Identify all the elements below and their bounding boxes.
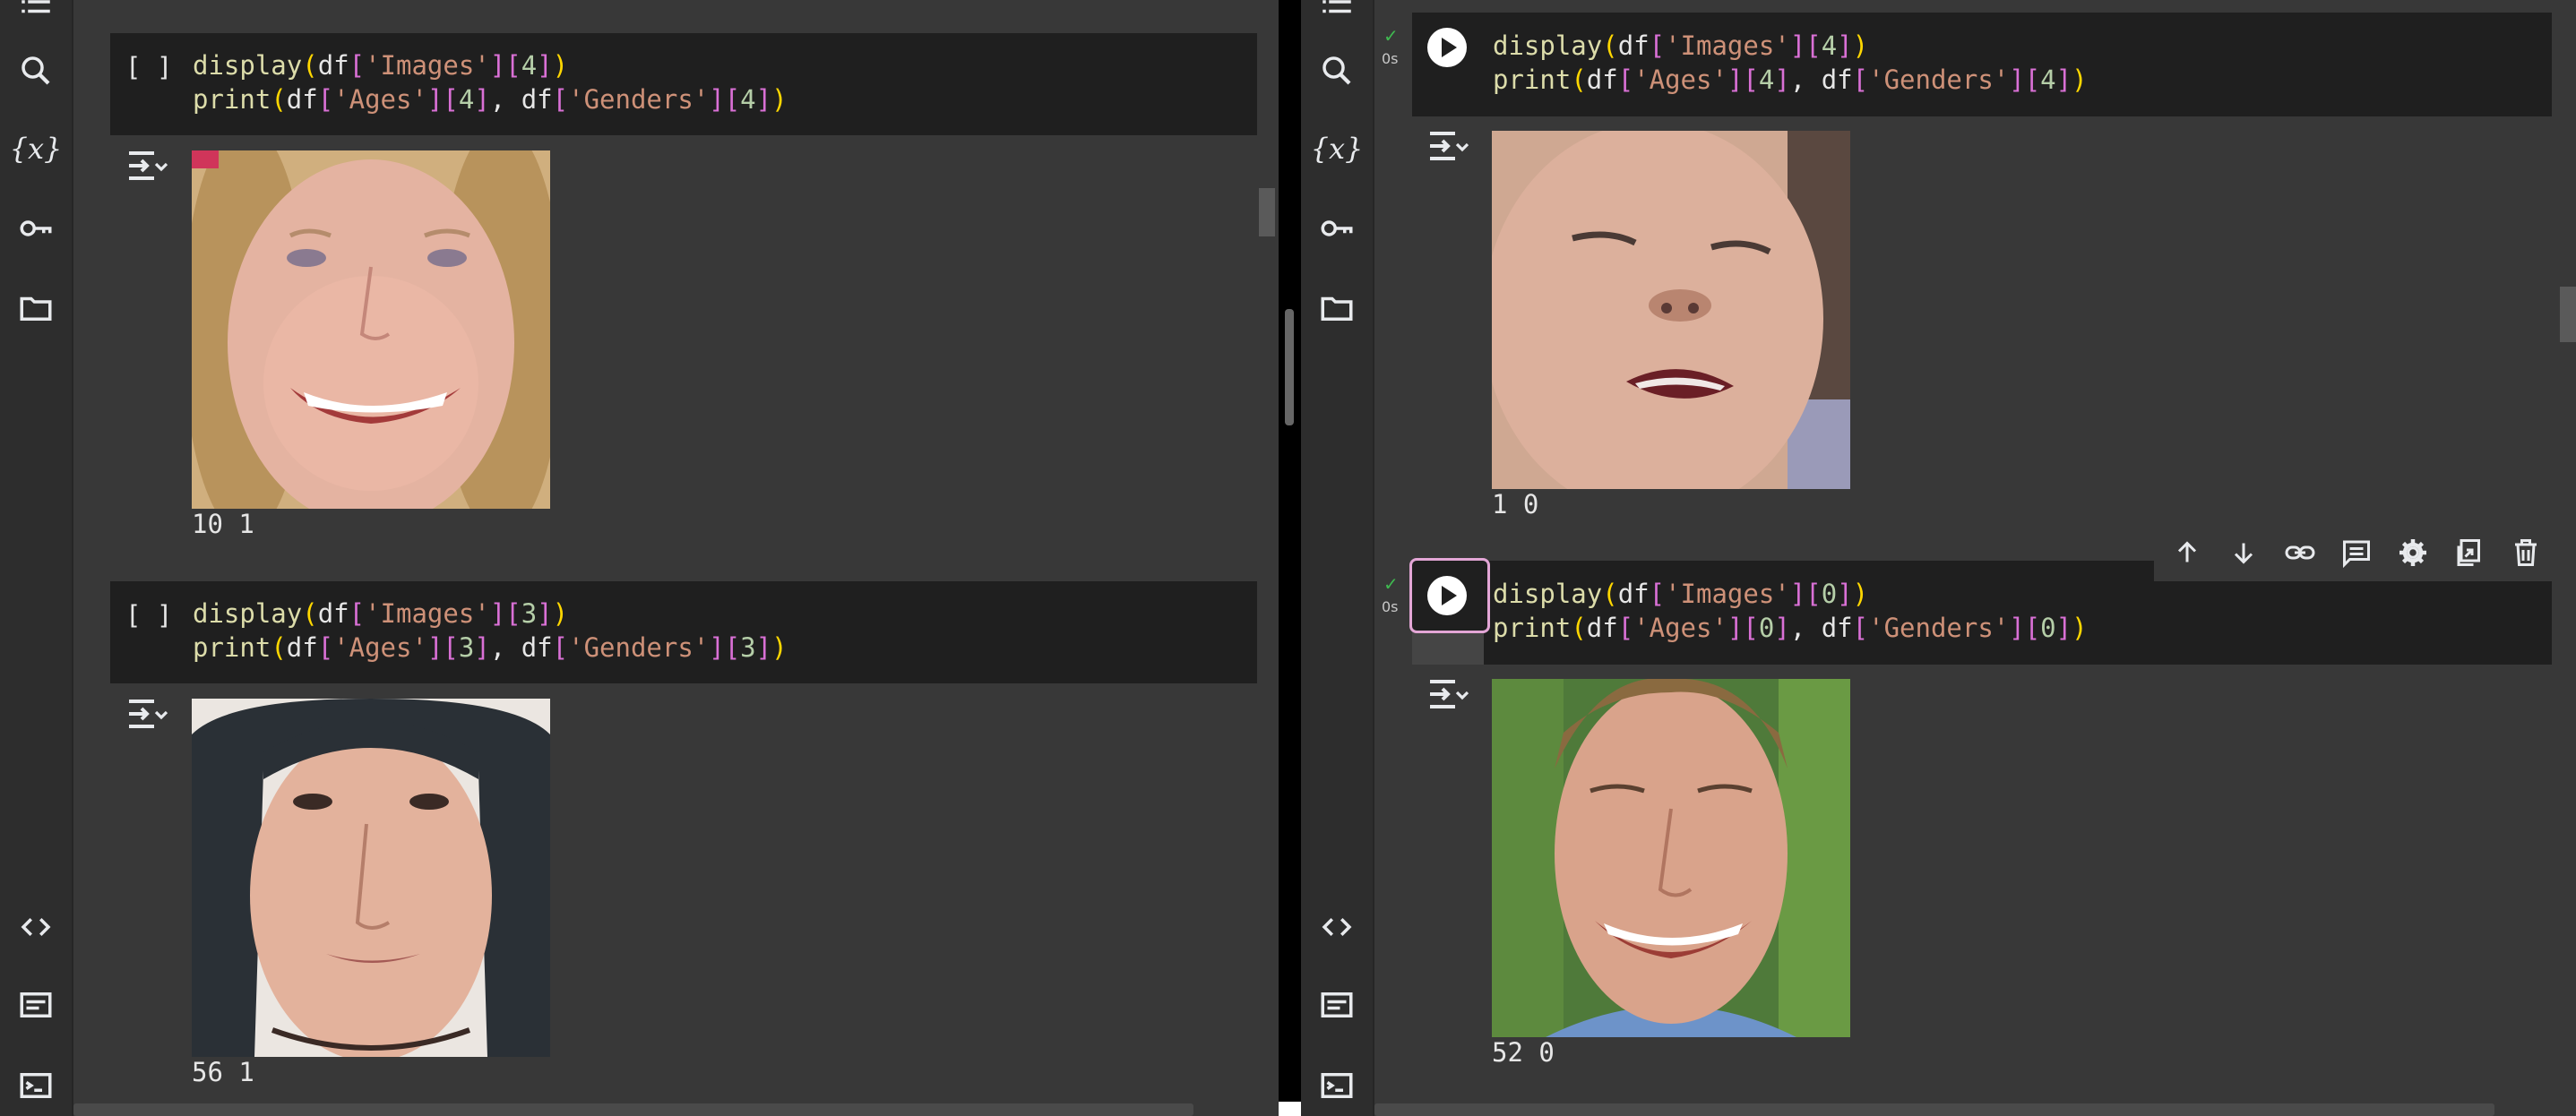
horizontal-scrollbar[interactable] (73, 1103, 1193, 1116)
baby-face-image (1492, 131, 1850, 489)
delete-icon[interactable] (2497, 524, 2554, 581)
variables-glyph: {x} (9, 132, 63, 166)
key-icon[interactable] (1317, 209, 1357, 248)
right-side-rail: {x} (1301, 0, 1374, 1116)
divider-scroll-thumb[interactable] (1285, 309, 1294, 425)
output-text: 52 0 (1492, 1037, 1555, 1068)
list-icon[interactable] (16, 0, 56, 21)
execution-time: 0s (1382, 50, 1399, 67)
success-check-icon: ✓ (1383, 25, 1399, 47)
terminal-icon[interactable] (16, 1066, 56, 1105)
output-actions-icon[interactable] (125, 148, 168, 184)
code-line[interactable]: print(df['Ages'][3], df['Genders'][3]) (193, 631, 788, 665)
run-cell-button[interactable] (1427, 576, 1467, 615)
folder-icon[interactable] (1317, 288, 1357, 328)
comment-icon[interactable] (2329, 524, 2385, 581)
key-icon[interactable] (16, 209, 56, 248)
variables-icon[interactable]: {x} (10, 129, 63, 168)
horizontal-scrollbar[interactable] (1374, 1103, 2494, 1116)
code-icon[interactable] (16, 907, 56, 947)
execution-time: 0s (1382, 598, 1399, 615)
search-icon[interactable] (16, 51, 56, 90)
code-line[interactable]: display(df['Images'][3]) (193, 597, 568, 631)
mirror-cell-icon[interactable] (2441, 524, 2497, 581)
variables-icon[interactable]: {x} (1311, 129, 1364, 168)
run-indicator[interactable]: [ ] (125, 50, 172, 84)
output-actions-icon[interactable] (125, 696, 168, 732)
snippets-icon[interactable] (1317, 985, 1357, 1025)
folder-icon[interactable] (16, 288, 56, 328)
code-line[interactable]: print(df['Ages'][4], df['Genders'][4]) (1493, 63, 2088, 97)
cell-toolbar (2154, 524, 2559, 581)
vertical-scrollbar-thumb[interactable] (1259, 188, 1275, 236)
list-icon[interactable] (1317, 0, 1357, 21)
move-down-icon[interactable] (2216, 524, 2272, 581)
terminal-icon[interactable] (1317, 1066, 1357, 1105)
child-face-image (192, 150, 550, 509)
left-side-rail: {x} (0, 0, 73, 1116)
play-icon (1442, 586, 1457, 605)
divider-corner (1279, 1102, 1301, 1116)
run-indicator[interactable]: [ ] (125, 598, 172, 632)
woman-face-image (192, 699, 550, 1057)
man-face-image (1492, 679, 1850, 1037)
link-icon[interactable] (2272, 524, 2329, 581)
code-line[interactable]: display(df['Images'][0]) (1493, 577, 1868, 611)
play-icon (1442, 38, 1457, 57)
variables-glyph: {x} (1310, 132, 1364, 166)
code-line[interactable]: print(df['Ages'][0], df['Genders'][0]) (1493, 611, 2088, 645)
output-actions-icon[interactable] (1426, 128, 1469, 164)
run-cell-button[interactable] (1427, 28, 1467, 67)
success-check-icon: ✓ (1383, 573, 1399, 595)
move-up-icon[interactable] (2159, 524, 2216, 581)
code-icon[interactable] (1317, 907, 1357, 947)
output-text: 1 0 (1492, 489, 1539, 519)
settings-icon[interactable] (2384, 524, 2441, 581)
right-notebook-pane: {x} ✓ 0s display(df['Images'][4]) print(… (1301, 0, 2576, 1116)
output-text: 56 1 (192, 1057, 254, 1087)
snippets-icon[interactable] (16, 985, 56, 1025)
left-notebook-pane: {x} [ ] display(df['Images'][4]) print(d… (0, 0, 1279, 1116)
code-line[interactable]: display(df['Images'][4]) (193, 48, 568, 82)
pane-divider[interactable] (1279, 0, 1301, 1116)
code-line[interactable]: print(df['Ages'][4], df['Genders'][4]) (193, 82, 788, 116)
output-actions-icon[interactable] (1426, 676, 1469, 712)
search-icon[interactable] (1317, 51, 1357, 90)
output-text: 10 1 (192, 509, 254, 539)
code-line[interactable]: display(df['Images'][4]) (1493, 29, 1868, 63)
vertical-scrollbar-thumb[interactable] (2560, 287, 2576, 342)
